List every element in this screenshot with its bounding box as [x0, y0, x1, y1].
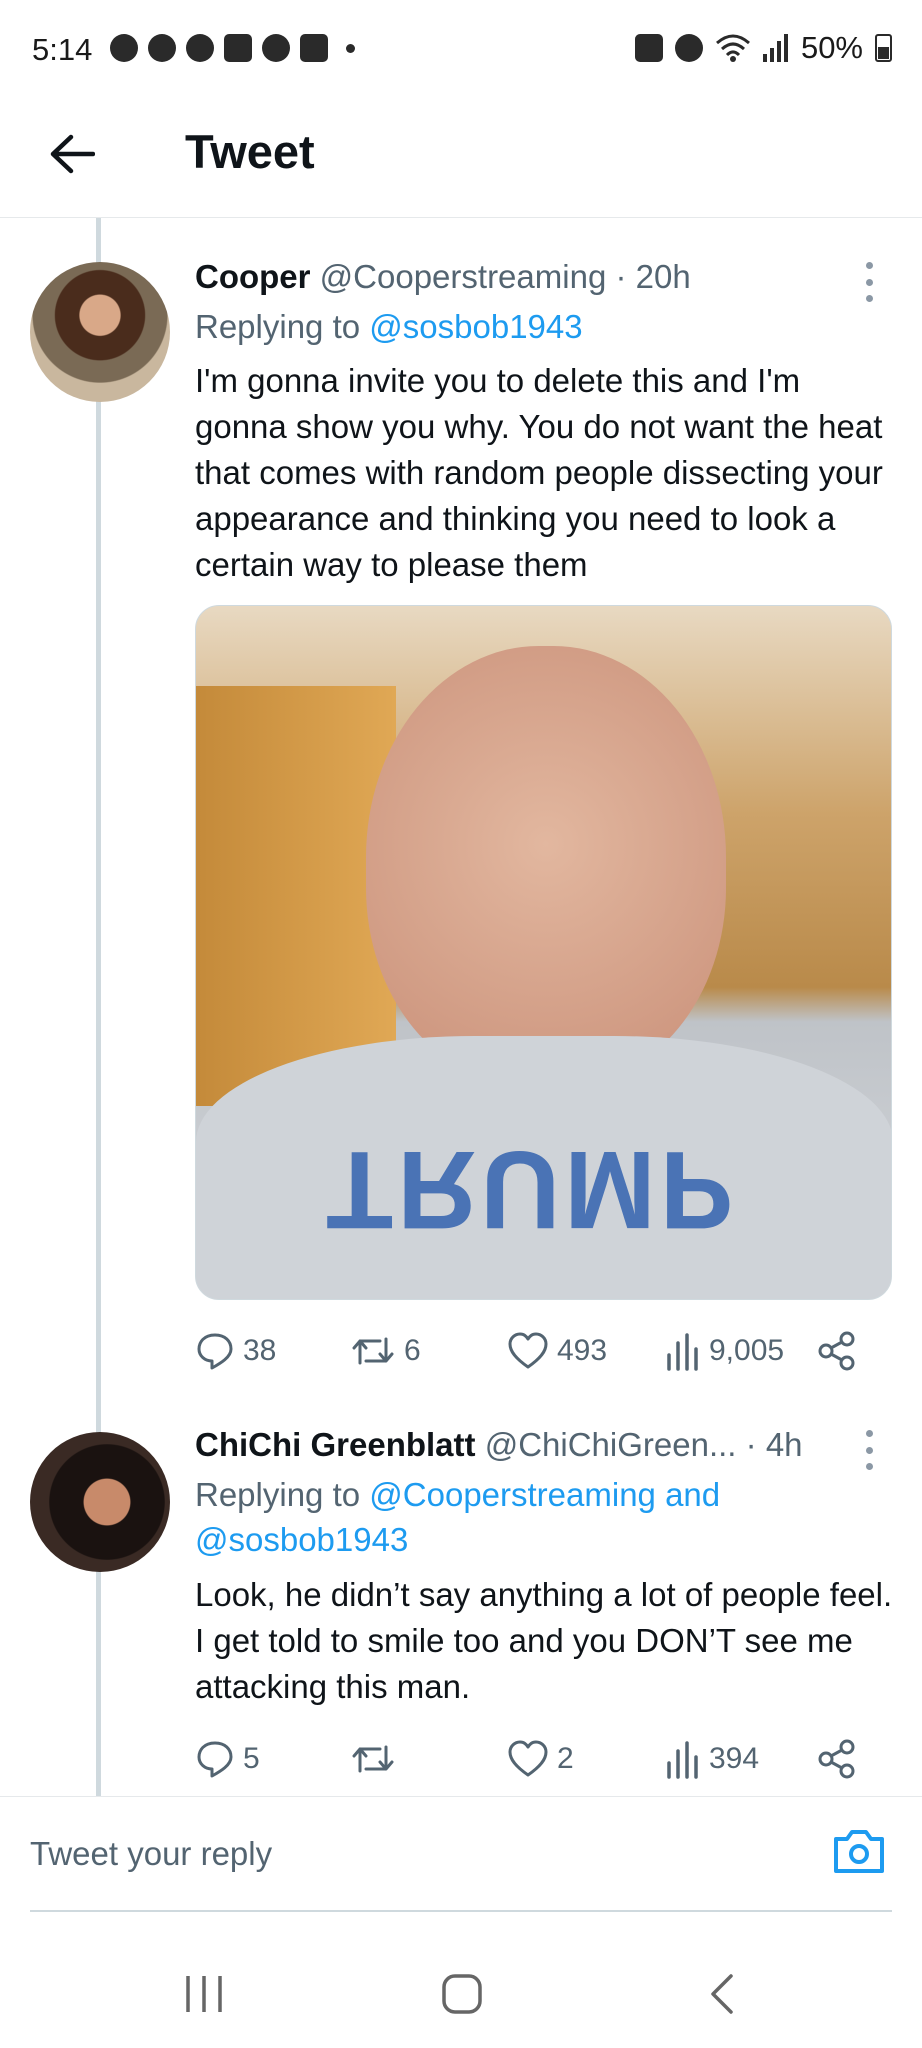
avatar[interactable]	[30, 1432, 170, 1572]
like-icon	[508, 1332, 548, 1369]
reply-handle-link[interactable]: @sosbob1943	[369, 308, 582, 345]
photo-face	[366, 646, 726, 1086]
battery-percent: 50%	[800, 30, 863, 65]
notification-icons	[110, 34, 355, 62]
back-icon	[711, 1974, 733, 2014]
like-count: 2	[557, 1742, 574, 1775]
tweet-text: I'm gonna invite you to delete this and …	[195, 362, 883, 583]
separator: ·	[745, 1426, 757, 1463]
replying-to: Replying to @Cooperstreaming and @sosbob…	[195, 1472, 895, 1562]
status-bar: 5:14 50%	[0, 0, 922, 100]
battery-icon	[875, 34, 892, 62]
camera-button[interactable]	[832, 1827, 886, 1877]
reply-input[interactable]	[30, 1819, 810, 1889]
replying-to: Replying to @sosbob1943	[195, 304, 895, 349]
status-time: 5:14	[32, 32, 93, 67]
app-header: Tweet	[0, 100, 922, 218]
like-button[interactable]: 2	[507, 1734, 574, 1784]
share-icon	[818, 1739, 855, 1779]
like-count: 493	[557, 1334, 608, 1367]
retweet-button[interactable]: 6	[350, 1326, 421, 1376]
user-handle[interactable]: @Cooperstreaming	[320, 258, 607, 295]
views-count: 394	[709, 1742, 760, 1775]
retweet-icon	[352, 1337, 394, 1365]
user-handle[interactable]: @ChiChiGreen...	[485, 1426, 737, 1463]
like-button[interactable]: 493	[507, 1326, 607, 1376]
camera-icon	[834, 1830, 884, 1873]
more-notifications-dot	[346, 43, 355, 53]
share-button[interactable]	[817, 1734, 857, 1784]
reply-count: 38	[243, 1334, 277, 1367]
retweet-icon	[352, 1745, 394, 1773]
home-icon	[442, 1974, 482, 2014]
back-button[interactable]	[44, 126, 100, 182]
system-nav-bar	[0, 1940, 922, 2048]
nav-back-button[interactable]	[692, 1964, 752, 2024]
reply-underline	[30, 1910, 892, 1912]
tweet-actions: 38 6 493 9,005	[195, 1326, 865, 1376]
wifi-icon	[715, 34, 750, 62]
tweet-actions: 5 2 394	[195, 1734, 865, 1784]
reply-count: 5	[243, 1742, 260, 1775]
reply-icon	[197, 1333, 233, 1370]
retweet-button[interactable]	[350, 1734, 404, 1784]
alarm-icon	[674, 34, 703, 62]
reply-icon	[197, 1741, 233, 1778]
back-arrow-icon	[50, 134, 95, 174]
tweet-text: Look, he didn’t say anything a lot of pe…	[195, 1576, 893, 1705]
tweet-time[interactable]: 20h	[636, 258, 691, 295]
like-icon	[508, 1740, 548, 1777]
share-icon	[818, 1331, 855, 1371]
tweet-header: Cooper @Cooperstreaming · 20h	[195, 258, 691, 296]
share-button[interactable]	[817, 1326, 857, 1376]
reply-prefix: Replying to	[195, 1476, 361, 1513]
tweet-photo[interactable]: TRUMP	[195, 605, 892, 1300]
voicemail-icon	[148, 34, 176, 62]
reply-button[interactable]: 5	[195, 1734, 260, 1784]
picture-icon	[224, 34, 252, 62]
recents-icon	[186, 1976, 222, 2012]
reply-button[interactable]: 38	[195, 1326, 276, 1376]
tweet-time[interactable]: 4h	[766, 1426, 803, 1463]
more-vertical-icon[interactable]	[862, 1430, 876, 1470]
lock-icon	[300, 34, 328, 62]
recents-button[interactable]	[174, 1964, 234, 2024]
more-vertical-icon[interactable]	[862, 262, 876, 302]
avatar[interactable]	[30, 262, 170, 402]
user-name[interactable]: Cooper	[195, 258, 311, 295]
reply-handle-link[interactable]: @sosbob1943	[195, 1521, 408, 1558]
views-count: 9,005	[709, 1334, 785, 1367]
reply-bar	[0, 1796, 922, 1910]
home-button[interactable]	[432, 1964, 492, 2024]
messenger-icon	[186, 34, 214, 62]
alert-icon	[262, 34, 290, 62]
signal-icon	[762, 34, 788, 62]
views-button[interactable]: 9,005	[665, 1326, 784, 1376]
photo-shirt-print: TRUMP	[326, 1128, 738, 1251]
reply-prefix: Replying to	[195, 308, 361, 345]
user-name[interactable]: ChiChi Greenblatt	[195, 1426, 476, 1463]
account-icon	[110, 34, 138, 62]
page-title: Tweet	[185, 125, 315, 178]
views-button[interactable]: 394	[665, 1734, 759, 1784]
system-icons: 50%	[634, 30, 892, 66]
views-icon	[667, 1741, 698, 1779]
reply-handle-link[interactable]: @Cooperstreaming and	[369, 1476, 720, 1513]
views-icon	[667, 1333, 698, 1371]
battery-saver-icon	[634, 34, 663, 62]
tweet-header: ChiChi Greenblatt @ChiChiGreen... · 4h	[195, 1426, 803, 1464]
retweet-count: 6	[404, 1334, 421, 1367]
separator: ·	[615, 258, 627, 295]
